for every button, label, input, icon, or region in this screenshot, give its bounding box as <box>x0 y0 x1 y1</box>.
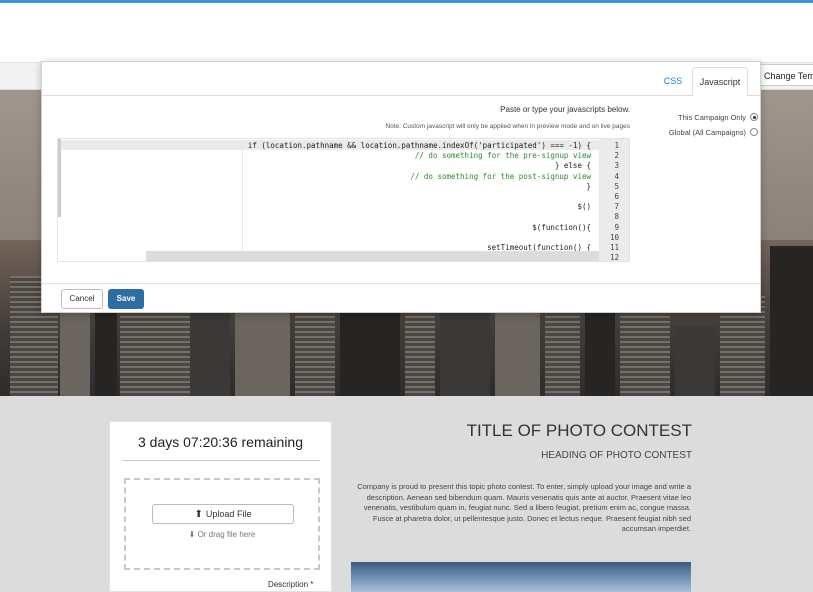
line-number: 2 <box>614 151 619 161</box>
drag-file-label: Or drag file here <box>197 530 256 539</box>
line-number: 7 <box>614 202 619 212</box>
instructions-text: Paste or type your javascripts below. <box>500 105 630 114</box>
divider <box>122 460 320 461</box>
line-number: 6 <box>614 192 619 201</box>
contest-description: Company is proud to present this topic p… <box>357 482 691 533</box>
save-button[interactable]: Save <box>108 289 144 309</box>
scope-option-label: Global (All Campaigns) <box>668 128 746 137</box>
modal-tabs: Javascript CSS <box>42 62 760 97</box>
code-line: } <box>586 181 591 191</box>
line-number: 11 <box>609 243 619 252</box>
line-number: 4 <box>614 171 619 181</box>
custom-script-modal: Javascript CSS This Campaign Only Global… <box>41 61 761 313</box>
drag-file-hint: ⬇ Or drag file here <box>126 530 318 539</box>
arrow-circle-icon: ⬇ <box>188 530 196 539</box>
contest-title: TITLE OF PHOTO CONTEST <box>466 421 692 440</box>
editor-vertical-scrollbar[interactable] <box>58 139 61 217</box>
change-template-button[interactable]: Change Tem <box>757 64 813 86</box>
line-number: 12 <box>609 253 619 262</box>
modal-footer-divider <box>42 283 760 284</box>
upload-file-button[interactable]: ⬆ Upload File <box>152 504 294 524</box>
description-label: Description * <box>268 580 314 589</box>
code-editor[interactable]: 1 if (location.pathname && location.pathn… <box>57 138 630 262</box>
scope-option-label: This Campaign Only <box>678 113 746 122</box>
code-line: if (location.pathname && location.pathna… <box>247 141 591 150</box>
code-line: // do something for the pre-signup view <box>396 151 591 161</box>
line-number: 10 <box>609 232 619 242</box>
contest-image <box>351 562 691 592</box>
code-line: $() <box>577 202 591 212</box>
line-number: 9 <box>614 222 619 232</box>
editor-horizontal-scrollbar[interactable] <box>146 251 599 261</box>
line-number: 1 <box>614 141 619 150</box>
radio-unselected[interactable] <box>750 128 758 136</box>
line-number: 3 <box>614 161 619 171</box>
countdown-text: 3 days 07:20:36 remaining <box>138 434 303 450</box>
upload-file-label: Upload File <box>205 509 252 519</box>
contest-heading: HEADING OF PHOTO CONTEST <box>541 450 692 461</box>
line-number: 5 <box>614 181 619 191</box>
radio-selected[interactable] <box>750 113 758 121</box>
tab-css[interactable]: CSS <box>656 67 690 95</box>
print-margin <box>242 139 243 251</box>
cancel-button[interactable]: Cancel <box>61 289 103 309</box>
tab-javascript[interactable]: Javascript <box>692 67 748 97</box>
upload-icon: ⬆ <box>194 509 203 520</box>
code-line: // do something for the post-signup view <box>392 171 591 181</box>
code-line: } else { <box>554 161 591 171</box>
line-number: 8 <box>614 212 619 222</box>
entry-card: 3 days 07:20:36 remaining ⬆ Upload File ⬇… <box>109 421 332 592</box>
upload-dropzone[interactable]: ⬆ Upload File ⬇ Or drag file here <box>124 478 320 570</box>
top-header <box>0 0 813 62</box>
note-text: Note: Custom javascript will only be app… <box>385 123 630 130</box>
code-line: $(function(){ <box>532 222 591 232</box>
